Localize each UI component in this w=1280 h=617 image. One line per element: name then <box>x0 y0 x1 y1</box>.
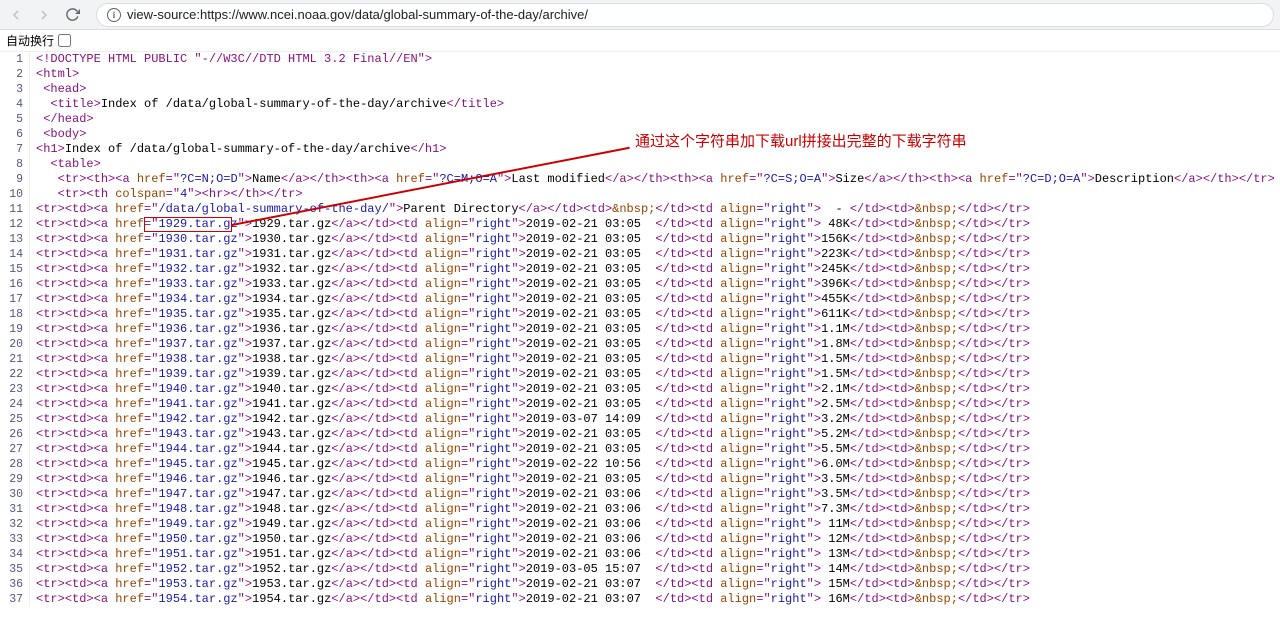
source-line[interactable]: 1<!DOCTYPE HTML PUBLIC "-//W3C//DTD HTML… <box>0 52 1280 67</box>
source-line[interactable]: 23<tr><td><a href="1940.tar.gz">1940.tar… <box>0 382 1280 397</box>
line-number: 13 <box>0 232 30 247</box>
source-line[interactable]: 6 <body> <box>0 127 1280 142</box>
source-line[interactable]: 15<tr><td><a href="1932.tar.gz">1932.tar… <box>0 262 1280 277</box>
source-line[interactable]: 7<h1>Index of /data/global-summary-of-th… <box>0 142 1280 157</box>
line-number: 24 <box>0 397 30 412</box>
line-number: 16 <box>0 277 30 292</box>
line-number: 21 <box>0 352 30 367</box>
source-line[interactable]: 13<tr><td><a href="1930.tar.gz">1930.tar… <box>0 232 1280 247</box>
source-line[interactable]: 22<tr><td><a href="1939.tar.gz">1939.tar… <box>0 367 1280 382</box>
line-number: 1 <box>0 52 30 67</box>
source-line[interactable]: 8 <table> <box>0 157 1280 172</box>
line-number: 25 <box>0 412 30 427</box>
line-number: 17 <box>0 292 30 307</box>
line-number: 30 <box>0 487 30 502</box>
line-number: 15 <box>0 262 30 277</box>
back-button[interactable] <box>6 5 26 25</box>
forward-button[interactable] <box>34 5 54 25</box>
source-line[interactable]: 36<tr><td><a href="1953.tar.gz">1953.tar… <box>0 577 1280 592</box>
autowrap-bar: 自动换行 <box>0 30 1280 52</box>
source-line[interactable]: 21<tr><td><a href="1938.tar.gz">1938.tar… <box>0 352 1280 367</box>
autowrap-checkbox[interactable] <box>58 34 71 47</box>
source-line[interactable]: 17<tr><td><a href="1934.tar.gz">1934.tar… <box>0 292 1280 307</box>
line-number: 2 <box>0 67 30 82</box>
source-line[interactable]: 27<tr><td><a href="1944.tar.gz">1944.tar… <box>0 442 1280 457</box>
source-line[interactable]: 25<tr><td><a href="1942.tar.gz">1942.tar… <box>0 412 1280 427</box>
info-icon: i <box>107 8 121 22</box>
source-line[interactable]: 30<tr><td><a href="1947.tar.gz">1947.tar… <box>0 487 1280 502</box>
line-number: 23 <box>0 382 30 397</box>
line-number: 3 <box>0 82 30 97</box>
source-line[interactable]: 20<tr><td><a href="1937.tar.gz">1937.tar… <box>0 337 1280 352</box>
source-line[interactable]: 16<tr><td><a href="1933.tar.gz">1933.tar… <box>0 277 1280 292</box>
line-number: 19 <box>0 322 30 337</box>
source-line[interactable]: 10 <tr><th colspan="4"><hr></th></tr> <box>0 187 1280 202</box>
source-line[interactable]: 31<tr><td><a href="1948.tar.gz">1948.tar… <box>0 502 1280 517</box>
line-number: 10 <box>0 187 30 202</box>
source-line[interactable]: 35<tr><td><a href="1952.tar.gz">1952.tar… <box>0 562 1280 577</box>
source-line[interactable]: 11<tr><td><a href="/data/global-summary-… <box>0 202 1280 217</box>
source-line[interactable]: 37<tr><td><a href="1954.tar.gz">1954.tar… <box>0 592 1280 607</box>
source-line[interactable]: 3 <head> <box>0 82 1280 97</box>
line-number: 8 <box>0 157 30 172</box>
source-line[interactable]: 34<tr><td><a href="1951.tar.gz">1951.tar… <box>0 547 1280 562</box>
line-number: 5 <box>0 112 30 127</box>
line-number: 11 <box>0 202 30 217</box>
line-number: 7 <box>0 142 30 157</box>
line-number: 28 <box>0 457 30 472</box>
line-number: 34 <box>0 547 30 562</box>
source-line[interactable]: 32<tr><td><a href="1949.tar.gz">1949.tar… <box>0 517 1280 532</box>
line-number: 29 <box>0 472 30 487</box>
source-line[interactable]: 2<html> <box>0 67 1280 82</box>
source-line[interactable]: 29<tr><td><a href="1946.tar.gz">1946.tar… <box>0 472 1280 487</box>
line-number: 27 <box>0 442 30 457</box>
line-number: 9 <box>0 172 30 187</box>
line-number: 14 <box>0 247 30 262</box>
source-line[interactable]: 14<tr><td><a href="1931.tar.gz">1931.tar… <box>0 247 1280 262</box>
source-line[interactable]: 5 </head> <box>0 112 1280 127</box>
line-number: 32 <box>0 517 30 532</box>
source-line[interactable]: 9 <tr><th><a href="?C=N;O=D">Name</a></t… <box>0 172 1280 187</box>
line-number: 31 <box>0 502 30 517</box>
source-line[interactable]: 19<tr><td><a href="1936.tar.gz">1936.tar… <box>0 322 1280 337</box>
line-number: 20 <box>0 337 30 352</box>
source-line[interactable]: 12<tr><td><a href="1929.tar.gz">1929.tar… <box>0 217 1280 232</box>
source-view: 1<!DOCTYPE HTML PUBLIC "-//W3C//DTD HTML… <box>0 52 1280 607</box>
line-number: 22 <box>0 367 30 382</box>
line-number: 26 <box>0 427 30 442</box>
source-line[interactable]: 33<tr><td><a href="1950.tar.gz">1950.tar… <box>0 532 1280 547</box>
browser-toolbar: i view-source:https://www.ncei.noaa.gov/… <box>0 0 1280 30</box>
address-bar[interactable]: i view-source:https://www.ncei.noaa.gov/… <box>96 3 1274 27</box>
line-number: 4 <box>0 97 30 112</box>
url-text: view-source:https://www.ncei.noaa.gov/da… <box>127 7 588 22</box>
line-number: 36 <box>0 577 30 592</box>
source-line[interactable]: 4 <title>Index of /data/global-summary-o… <box>0 97 1280 112</box>
source-line[interactable]: 24<tr><td><a href="1941.tar.gz">1941.tar… <box>0 397 1280 412</box>
line-number: 18 <box>0 307 30 322</box>
source-line[interactable]: 18<tr><td><a href="1935.tar.gz">1935.tar… <box>0 307 1280 322</box>
line-number: 6 <box>0 127 30 142</box>
line-number: 33 <box>0 532 30 547</box>
line-number: 12 <box>0 217 30 232</box>
source-line[interactable]: 26<tr><td><a href="1943.tar.gz">1943.tar… <box>0 427 1280 442</box>
reload-button[interactable] <box>62 5 82 25</box>
line-number: 37 <box>0 592 30 607</box>
autowrap-label: 自动换行 <box>6 32 54 49</box>
line-number: 35 <box>0 562 30 577</box>
source-line[interactable]: 28<tr><td><a href="1945.tar.gz">1945.tar… <box>0 457 1280 472</box>
